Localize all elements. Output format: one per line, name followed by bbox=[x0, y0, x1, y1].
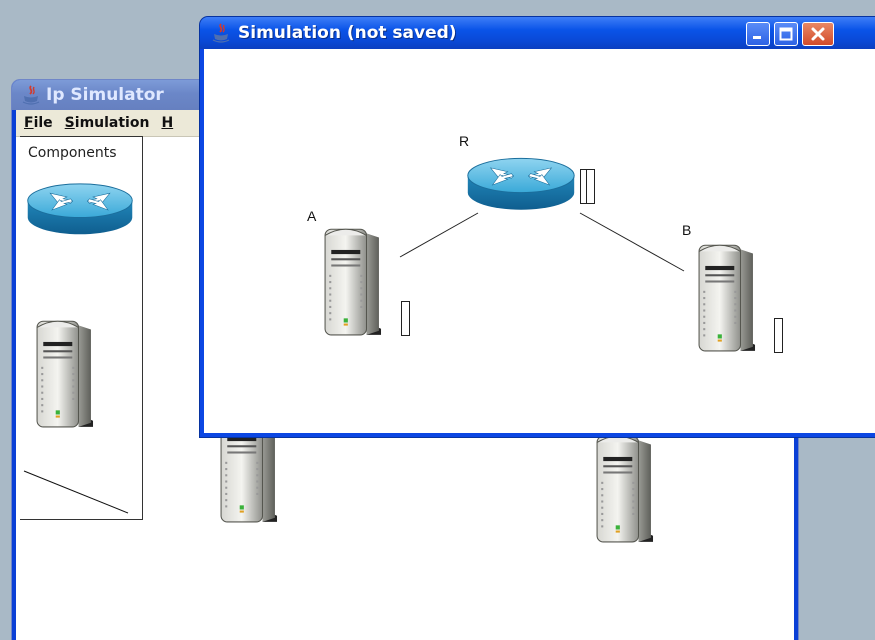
simulation-titlebar[interactable]: Simulation (not saved) bbox=[200, 17, 875, 49]
host-b-interface[interactable] bbox=[774, 318, 783, 353]
palette-label: Components bbox=[28, 145, 117, 161]
canvas-server-icon[interactable] bbox=[592, 430, 656, 544]
window-title: Simulation (not saved) bbox=[238, 23, 457, 43]
server-icon[interactable] bbox=[694, 239, 758, 353]
minimize-button[interactable] bbox=[746, 22, 770, 46]
link-a-r bbox=[399, 212, 479, 258]
host-a-interface[interactable] bbox=[401, 301, 410, 336]
host-b-label: B bbox=[682, 222, 692, 238]
java-icon bbox=[22, 85, 40, 105]
router-icon[interactable] bbox=[464, 153, 578, 217]
java-icon bbox=[212, 23, 230, 43]
server-icon[interactable] bbox=[32, 315, 96, 429]
window-title: Ip Simulator bbox=[46, 85, 164, 105]
simulation-canvas[interactable]: R A B bbox=[204, 49, 875, 433]
router-interface[interactable] bbox=[586, 169, 595, 204]
minimize-icon bbox=[753, 36, 761, 39]
router-icon[interactable] bbox=[24, 179, 136, 241]
host-a-label: A bbox=[307, 208, 317, 224]
link-line-icon[interactable] bbox=[20, 467, 132, 517]
components-palette: Components bbox=[20, 136, 143, 520]
server-icon[interactable] bbox=[320, 223, 384, 337]
menu-help[interactable]: H bbox=[161, 115, 173, 131]
link-r-b bbox=[579, 212, 685, 272]
network-links bbox=[399, 212, 685, 272]
close-button[interactable] bbox=[802, 22, 834, 46]
close-icon bbox=[811, 27, 825, 41]
router-label: R bbox=[459, 133, 470, 149]
maximize-icon bbox=[779, 27, 793, 41]
simulation-window[interactable]: Simulation (not saved) R A B bbox=[200, 17, 875, 437]
maximize-button[interactable] bbox=[774, 22, 798, 46]
menu-file[interactable]: File bbox=[24, 115, 53, 131]
menu-simulation[interactable]: Simulation bbox=[65, 115, 150, 131]
